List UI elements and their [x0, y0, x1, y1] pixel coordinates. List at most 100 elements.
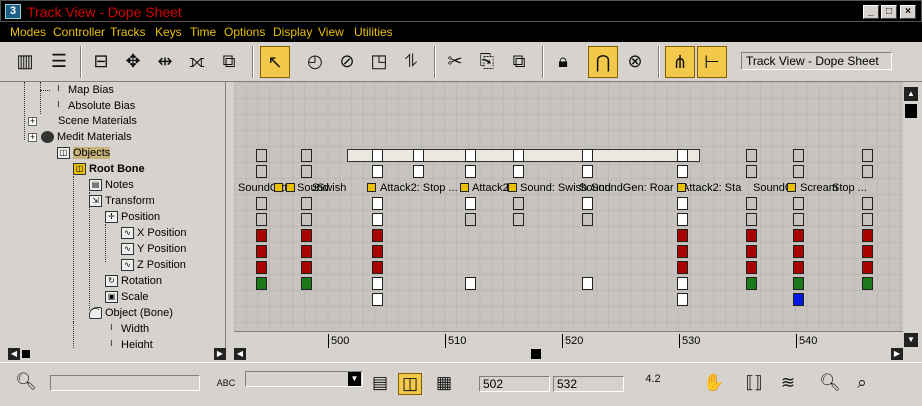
track-key[interactable]: [301, 165, 312, 178]
grid-view-icon[interactable]: ▦: [432, 373, 456, 395]
track-key[interactable]: [256, 149, 267, 162]
track-key[interactable]: [256, 277, 267, 290]
filters-icon[interactable]: ▥: [10, 46, 40, 78]
track-key[interactable]: [301, 261, 312, 274]
add-keys-icon[interactable]: ⧉: [214, 46, 244, 78]
track-key[interactable]: [372, 229, 383, 242]
track-key[interactable]: [465, 197, 476, 210]
paste-time-icon[interactable]: ⧉: [504, 46, 534, 78]
note-key-label[interactable]: Attack2: Sta: [682, 182, 741, 195]
scroll-up-icon[interactable]: ▲: [904, 87, 918, 101]
track-key[interactable]: [301, 229, 312, 242]
tree-node-width[interactable]: ⌇ Width: [105, 321, 150, 337]
move-keys-icon[interactable]: ✥: [118, 46, 148, 78]
menu-controller[interactable]: Controller: [53, 25, 105, 39]
select-time-icon[interactable]: ◴: [300, 46, 330, 78]
track-key[interactable]: [746, 245, 757, 258]
track-key[interactable]: [677, 229, 688, 242]
tree-node-root-bone[interactable]: ◫ Root Bone: [73, 161, 145, 177]
scroll-left-icon[interactable]: ◀: [8, 348, 20, 360]
tree-node-absolute-bias[interactable]: ⌇ Absolute Bias: [42, 98, 136, 114]
track-key[interactable]: [372, 277, 383, 290]
menu-view[interactable]: View: [318, 25, 344, 39]
track-key[interactable]: [465, 149, 476, 162]
keys-view-icon[interactable]: ▤: [368, 373, 392, 395]
track-key[interactable]: [677, 293, 688, 306]
zoom-icon[interactable]: 🔍︎: [818, 373, 842, 395]
track-key[interactable]: [862, 213, 873, 226]
note-key-icon[interactable]: [787, 183, 796, 192]
track-key[interactable]: [862, 149, 873, 162]
scale-time-icon[interactable]: ⥮: [396, 46, 426, 78]
track-key[interactable]: [793, 293, 804, 306]
track-key[interactable]: [256, 261, 267, 274]
track-key[interactable]: [862, 245, 873, 258]
track-key[interactable]: [793, 245, 804, 258]
show-keyable-icon[interactable]: ⊗: [620, 46, 650, 78]
cut-time-icon[interactable]: ✂: [440, 46, 470, 78]
track-key[interactable]: [793, 261, 804, 274]
track-key[interactable]: [677, 261, 688, 274]
edit-time-icon[interactable]: ↖: [260, 46, 290, 78]
track-key[interactable]: [256, 229, 267, 242]
tree-node-height[interactable]: ⌇ Height: [105, 337, 153, 348]
track-key[interactable]: [465, 213, 476, 226]
track-key[interactable]: [582, 213, 593, 226]
track-key[interactable]: [256, 245, 267, 258]
tree-expand-toggle[interactable]: +: [28, 117, 37, 126]
track-key[interactable]: [793, 149, 804, 162]
tree-node-x-position[interactable]: ∿ X Position: [121, 225, 187, 241]
slide-keys-icon[interactable]: ⇹: [150, 46, 180, 78]
track-key[interactable]: [677, 149, 688, 162]
tree-node-medit-materials[interactable]: Medit Materials: [41, 129, 132, 145]
vertical-scrollbar[interactable]: ▲ ▼: [904, 82, 918, 348]
menu-tracks[interactable]: Tracks: [110, 25, 146, 39]
track-key[interactable]: [677, 197, 688, 210]
note-key-label[interactable]: Attack2: Stop ...: [380, 182, 458, 195]
tree-node-rotation[interactable]: ↻ Rotation: [105, 273, 162, 289]
tree-node-position[interactable]: ✛ Position: [105, 209, 160, 225]
track-key[interactable]: [372, 245, 383, 258]
tree-node-y-position[interactable]: ∿ Y Position: [121, 241, 186, 257]
zoom-value-extents-icon[interactable]: ≋: [776, 373, 800, 395]
scroll-left-icon[interactable]: ◀: [234, 348, 246, 360]
filter-list-icon[interactable]: ☰: [44, 46, 74, 78]
track-key[interactable]: [372, 165, 383, 178]
scroll-thumb[interactable]: [22, 350, 30, 358]
tree-node-object-bone[interactable]: ⌒ Object (Bone): [89, 305, 173, 321]
track-key[interactable]: [413, 149, 424, 162]
track-key[interactable]: [301, 213, 312, 226]
track-key[interactable]: [746, 229, 757, 242]
note-key-label[interactable]: Sound: Swish: [520, 182, 587, 195]
track-key[interactable]: [793, 213, 804, 226]
grid-horizontal-scrollbar[interactable]: ◀ ▶: [234, 348, 903, 360]
note-key-label[interactable]: SoundG: [238, 182, 278, 195]
modify-child-keys-icon[interactable]: ⊢: [697, 46, 727, 78]
minimize-button[interactable]: _: [863, 5, 879, 19]
track-key[interactable]: [677, 213, 688, 226]
scroll-right-icon[interactable]: ▶: [214, 348, 226, 360]
maximize-button[interactable]: □: [881, 5, 897, 19]
track-key[interactable]: [862, 165, 873, 178]
tree-expand-toggle[interactable]: +: [28, 133, 37, 142]
trackview-name-field[interactable]: Track View - Dope Sheet: [741, 52, 892, 70]
track-key[interactable]: [862, 261, 873, 274]
track-key[interactable]: [677, 165, 688, 178]
track-key[interactable]: [582, 165, 593, 178]
snap-frames-icon[interactable]: ⋂: [588, 46, 618, 78]
note-key-icon[interactable]: [508, 183, 517, 192]
track-key[interactable]: [746, 165, 757, 178]
track-key[interactable]: [793, 197, 804, 210]
edit-keys-icon[interactable]: ⊟: [86, 46, 116, 78]
track-key[interactable]: [513, 213, 524, 226]
track-key[interactable]: [746, 149, 757, 162]
tree-node-map-bias[interactable]: ⌇ Map Bias: [40, 82, 114, 98]
track-key[interactable]: [413, 165, 424, 178]
modify-subtree-icon[interactable]: ⋔: [665, 46, 695, 78]
time-ruler[interactable]: 500 510 520 530 540: [234, 331, 903, 348]
tree-node-objects[interactable]: ◫ Objects: [57, 145, 111, 161]
track-value-dropdown[interactable]: [245, 371, 363, 387]
chevron-down-icon[interactable]: ▼: [348, 372, 361, 386]
lock-selection-icon[interactable]: 🔒︎: [548, 46, 578, 78]
track-key[interactable]: [582, 277, 593, 290]
